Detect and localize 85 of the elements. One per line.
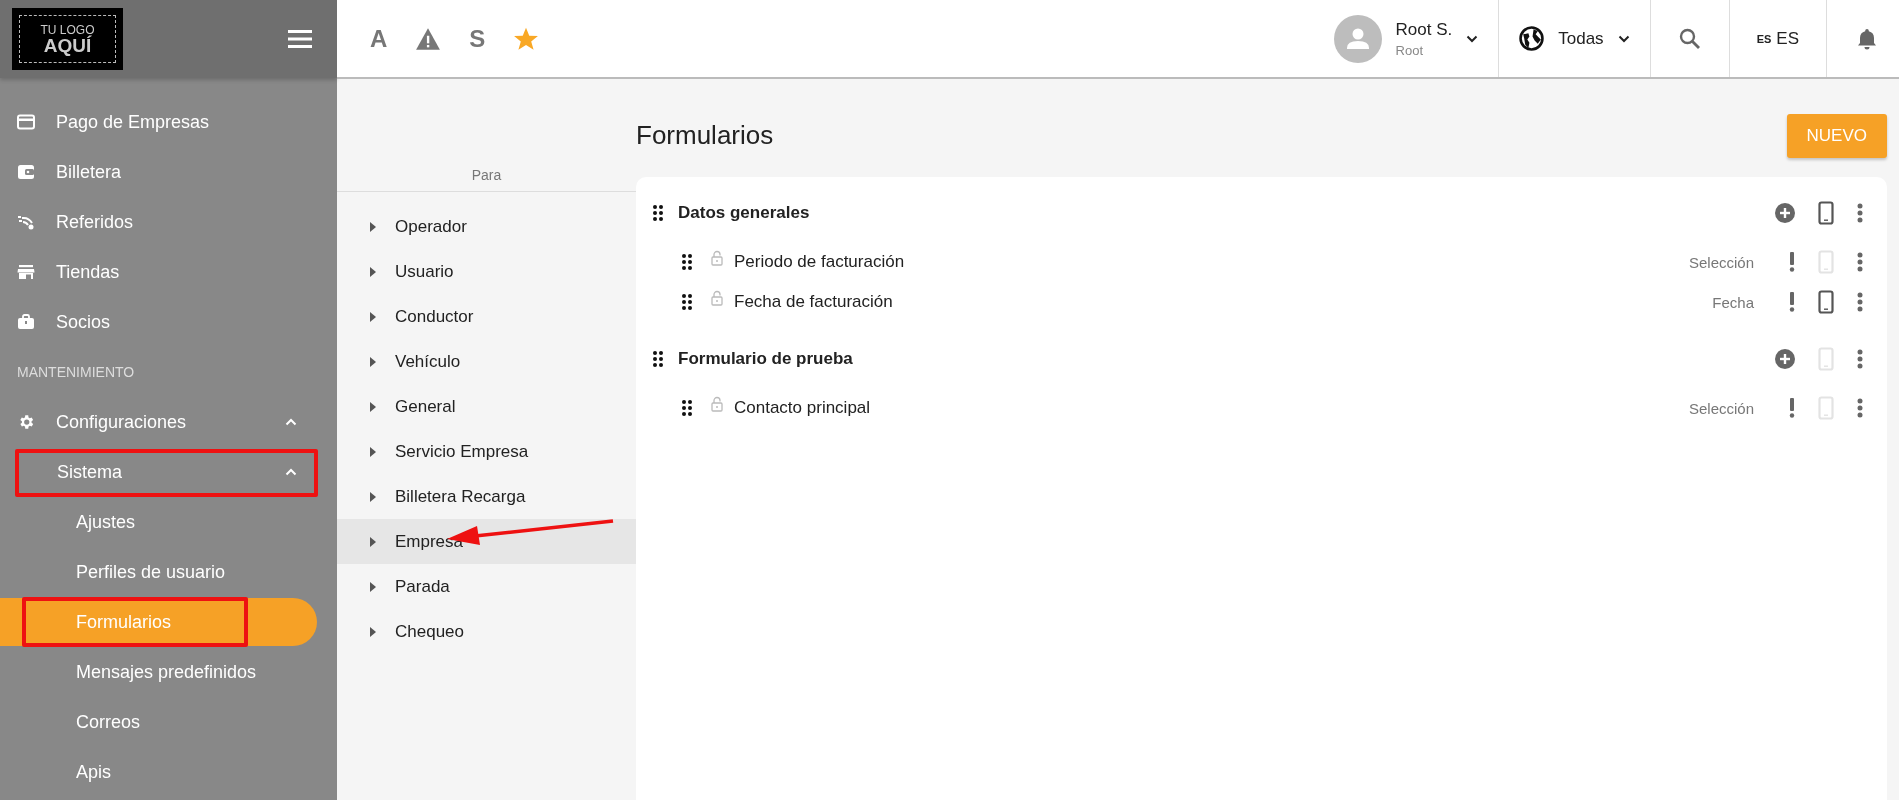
user-role: Root xyxy=(1395,42,1424,58)
logo: TU LOGO AQUÍ xyxy=(12,8,123,70)
sidebar-item[interactable]: Socios xyxy=(0,298,337,346)
user-name: Root S. xyxy=(1395,19,1453,40)
required-icon[interactable] xyxy=(1789,398,1795,418)
list-item[interactable]: Usuario xyxy=(337,249,636,294)
sidebar-item[interactable]: Configuraciones xyxy=(0,398,337,446)
language-code[interactable]: ES xyxy=(1756,32,1772,45)
field-type: Fecha xyxy=(1712,293,1754,311)
list-item[interactable]: Operador xyxy=(337,204,636,249)
sidebar-item[interactable]: Tiendas xyxy=(0,248,337,296)
drag-handle-icon[interactable] xyxy=(653,205,663,221)
caret-icon xyxy=(370,401,376,412)
list-item[interactable]: Parada xyxy=(337,564,636,609)
field-type: Selección xyxy=(1688,399,1754,417)
menu-icon[interactable] xyxy=(288,30,312,48)
caret-icon xyxy=(370,266,376,277)
drag-handle-icon[interactable] xyxy=(682,294,692,310)
signal-icon xyxy=(17,214,35,230)
sidebar-item[interactable]: Mensajes predefinidos xyxy=(0,648,317,696)
bag-icon xyxy=(17,314,35,330)
list-item[interactable]: Chequeo xyxy=(337,609,636,654)
form-title: Datos generales xyxy=(678,203,810,223)
list-item[interactable]: Conductor xyxy=(337,294,636,339)
required-icon[interactable] xyxy=(1789,252,1795,272)
page-title: Formularios xyxy=(636,120,774,151)
phone-icon[interactable] xyxy=(1818,201,1834,225)
required-icon[interactable] xyxy=(1789,292,1795,312)
chevron-icon[interactable] xyxy=(1617,34,1630,43)
search-icon[interactable] xyxy=(1677,26,1702,51)
sidebar-item[interactable]: Referidos xyxy=(0,198,337,246)
list-item[interactable]: Vehículo xyxy=(337,339,636,384)
sidebar-item[interactable]: Perfiles de usuario xyxy=(0,548,317,596)
drag-handle-icon[interactable] xyxy=(653,351,663,367)
caret-icon xyxy=(370,446,376,457)
caret-icon xyxy=(370,356,376,367)
bell-icon[interactable] xyxy=(1855,26,1879,51)
toolbar-button[interactable]: A xyxy=(370,24,388,53)
chevron-icon[interactable] xyxy=(1466,34,1479,43)
lock-icon xyxy=(711,250,723,266)
wallet-icon xyxy=(17,164,35,180)
store-icon xyxy=(17,264,35,280)
sidebar-item[interactable]: Ajustes xyxy=(0,498,317,546)
caret-icon xyxy=(370,626,376,637)
drag-handle-icon[interactable] xyxy=(682,400,692,416)
caret-icon xyxy=(370,311,376,322)
section-label: MANTENIMIENTO xyxy=(16,364,135,380)
list-item[interactable]: Billetera Recarga xyxy=(337,474,636,519)
list-item[interactable]: Empresa xyxy=(337,519,636,564)
toolbar-button[interactable]: S xyxy=(469,24,486,53)
add-icon[interactable] xyxy=(1775,203,1795,223)
caret-icon xyxy=(370,581,376,592)
sidebar-item[interactable]: Billetera xyxy=(0,148,337,196)
sidebar-item[interactable]: Apis xyxy=(0,748,317,796)
field-type: Selección xyxy=(1688,253,1754,271)
more-icon[interactable] xyxy=(1857,252,1863,272)
sidebar-item[interactable]: Sistema xyxy=(0,448,337,496)
form-title: Formulario de prueba xyxy=(678,349,853,369)
globe-icon xyxy=(1519,26,1545,51)
sidebar-item[interactable]: Correos xyxy=(0,698,317,746)
lock-icon xyxy=(711,396,723,412)
field-name: Periodo de facturación xyxy=(734,252,905,272)
language-label[interactable]: ES xyxy=(1776,28,1799,49)
caret-icon xyxy=(370,221,376,232)
lock-icon xyxy=(711,290,723,306)
column-header: Para xyxy=(471,167,502,185)
warning-icon[interactable] xyxy=(415,26,442,51)
list-item[interactable]: General xyxy=(337,384,636,429)
add-icon[interactable] xyxy=(1775,349,1795,369)
drag-handle-icon[interactable] xyxy=(682,254,692,270)
field-name: Contacto principal xyxy=(734,398,871,418)
chevron-icon xyxy=(285,468,297,476)
field-name: Fecha de facturación xyxy=(734,292,893,312)
chevron-icon xyxy=(285,418,297,426)
phone-icon[interactable] xyxy=(1818,290,1834,314)
more-icon[interactable] xyxy=(1857,398,1863,418)
more-icon[interactable] xyxy=(1857,203,1863,223)
card-icon xyxy=(17,114,35,130)
caret-icon xyxy=(370,491,376,502)
sidebar-item[interactable]: Pago de Empresas xyxy=(0,98,337,146)
region-selector[interactable]: Todas xyxy=(1558,28,1604,49)
list-item[interactable]: Servicio Empresa xyxy=(337,429,636,474)
caret-icon xyxy=(370,536,376,547)
more-icon[interactable] xyxy=(1857,292,1863,312)
more-icon[interactable] xyxy=(1857,349,1863,369)
